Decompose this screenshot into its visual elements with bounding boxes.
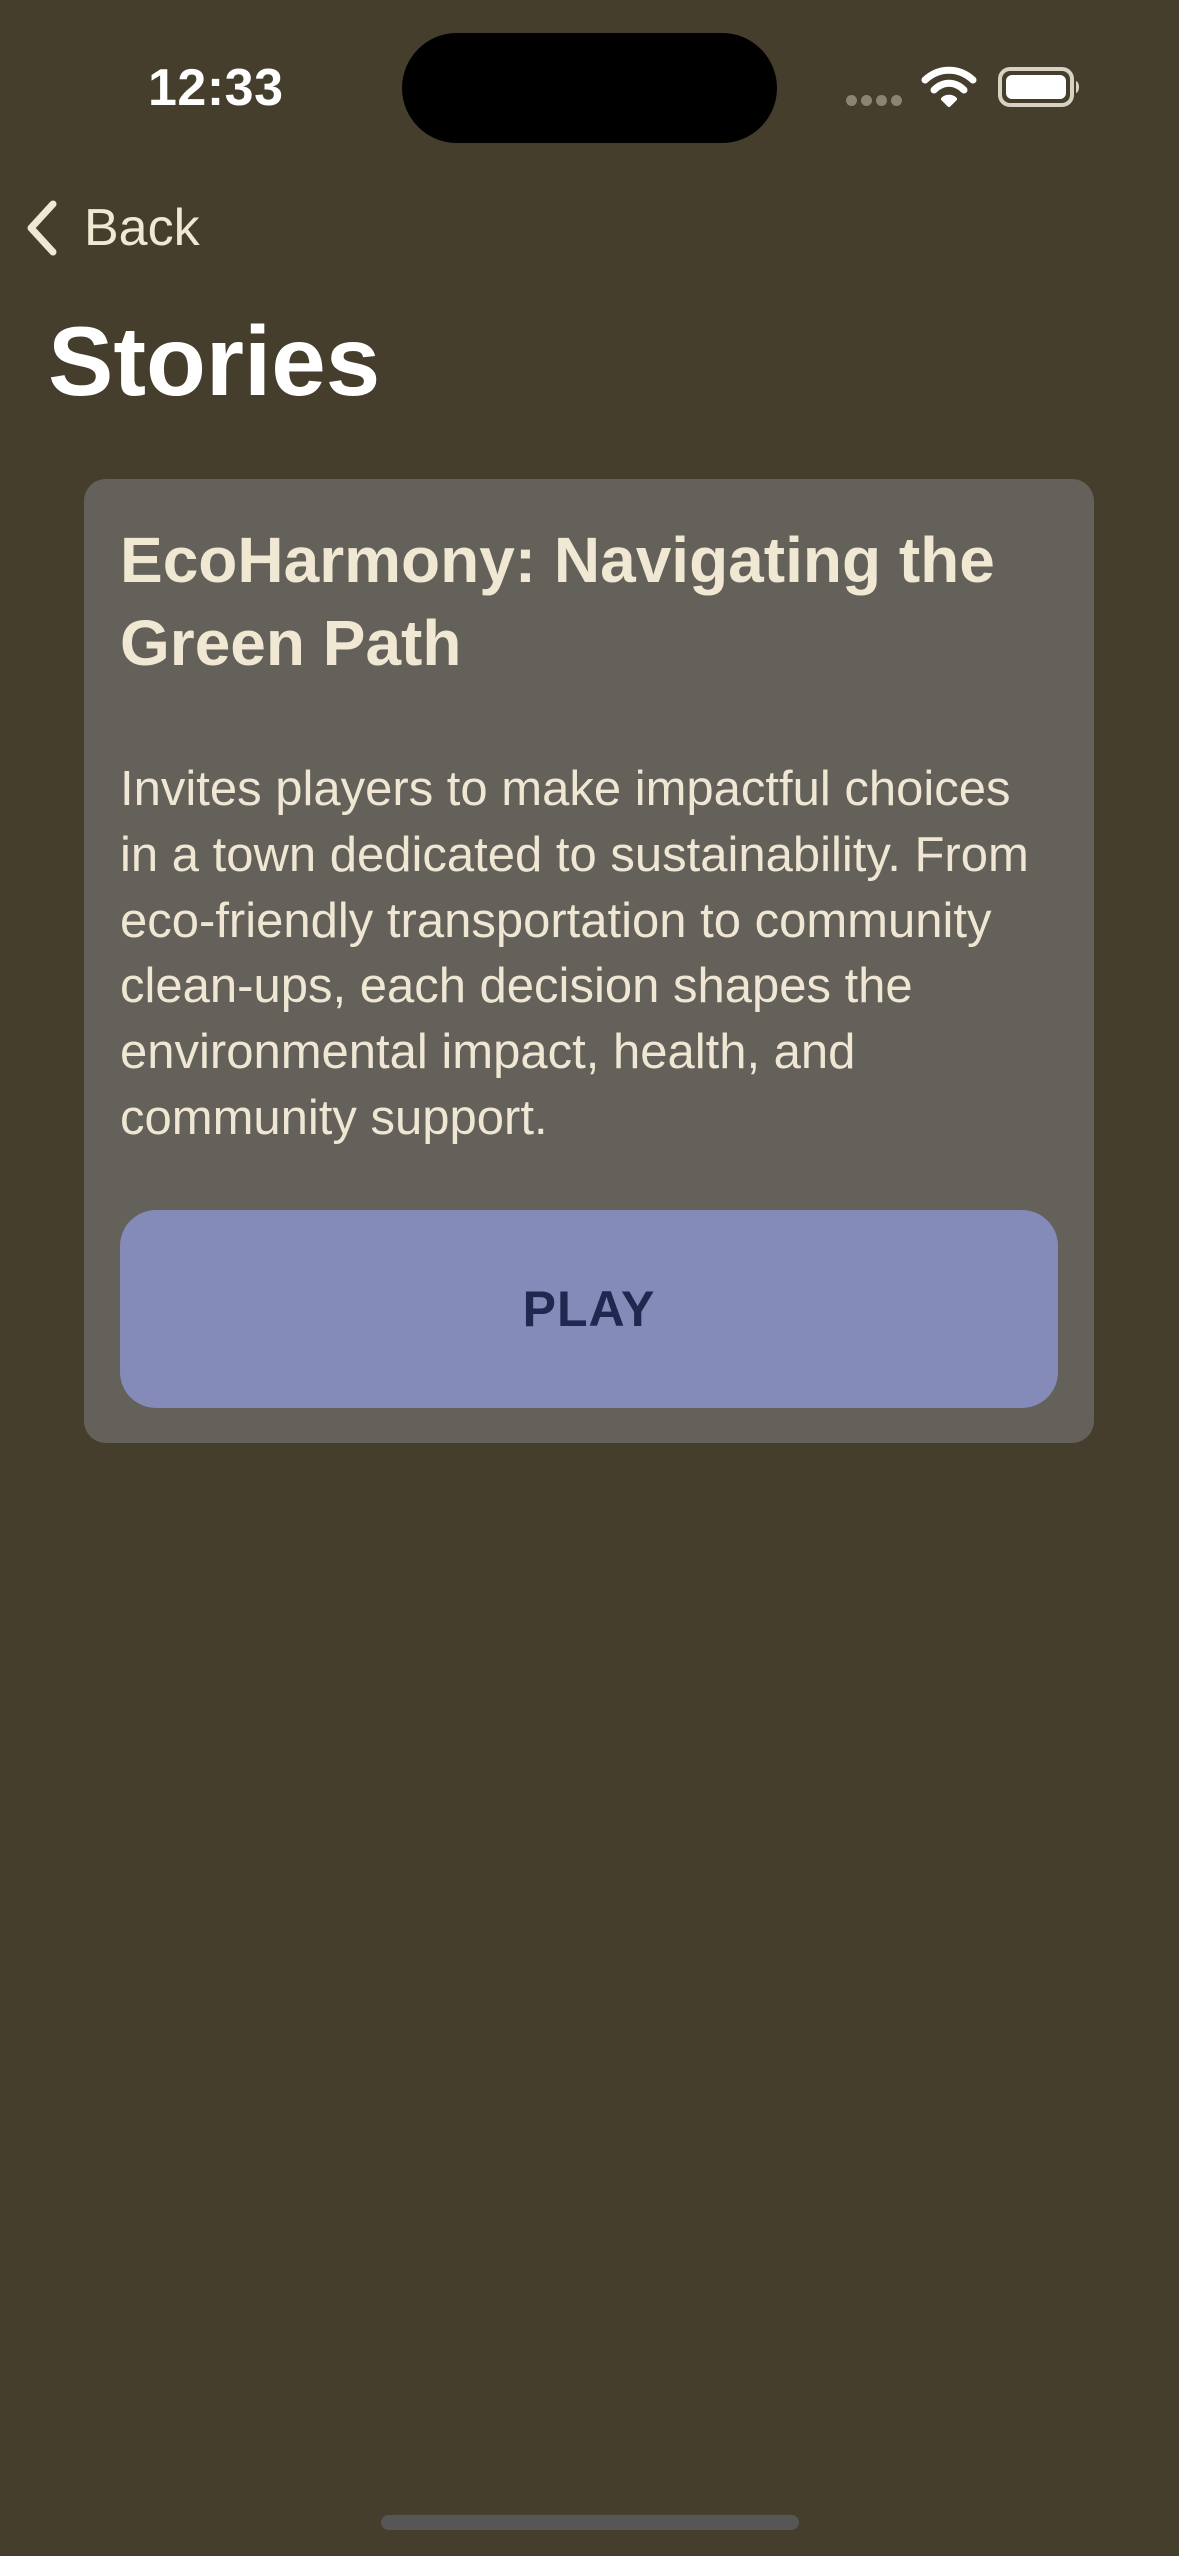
- battery-icon: [998, 67, 1079, 107]
- play-button[interactable]: PLAY: [120, 1210, 1058, 1408]
- story-title: EcoHarmony: Navigating the Green Path: [120, 524, 995, 680]
- chevron-left-icon: [27, 200, 57, 256]
- story-card: EcoHarmony: Navigating the Green Path In…: [84, 479, 1094, 1443]
- back-button[interactable]: Back: [22, 190, 200, 266]
- back-label: Back: [84, 199, 200, 257]
- signal-dots-icon: [846, 95, 904, 107]
- wifi-icon: [921, 66, 977, 107]
- status-bar-time: 12:33: [148, 59, 284, 117]
- dynamic-island: [402, 33, 777, 143]
- page-title: Stories: [48, 306, 381, 416]
- home-indicator[interactable]: [381, 2515, 799, 2530]
- story-description: Invites players to make impactful choice…: [120, 762, 1029, 1145]
